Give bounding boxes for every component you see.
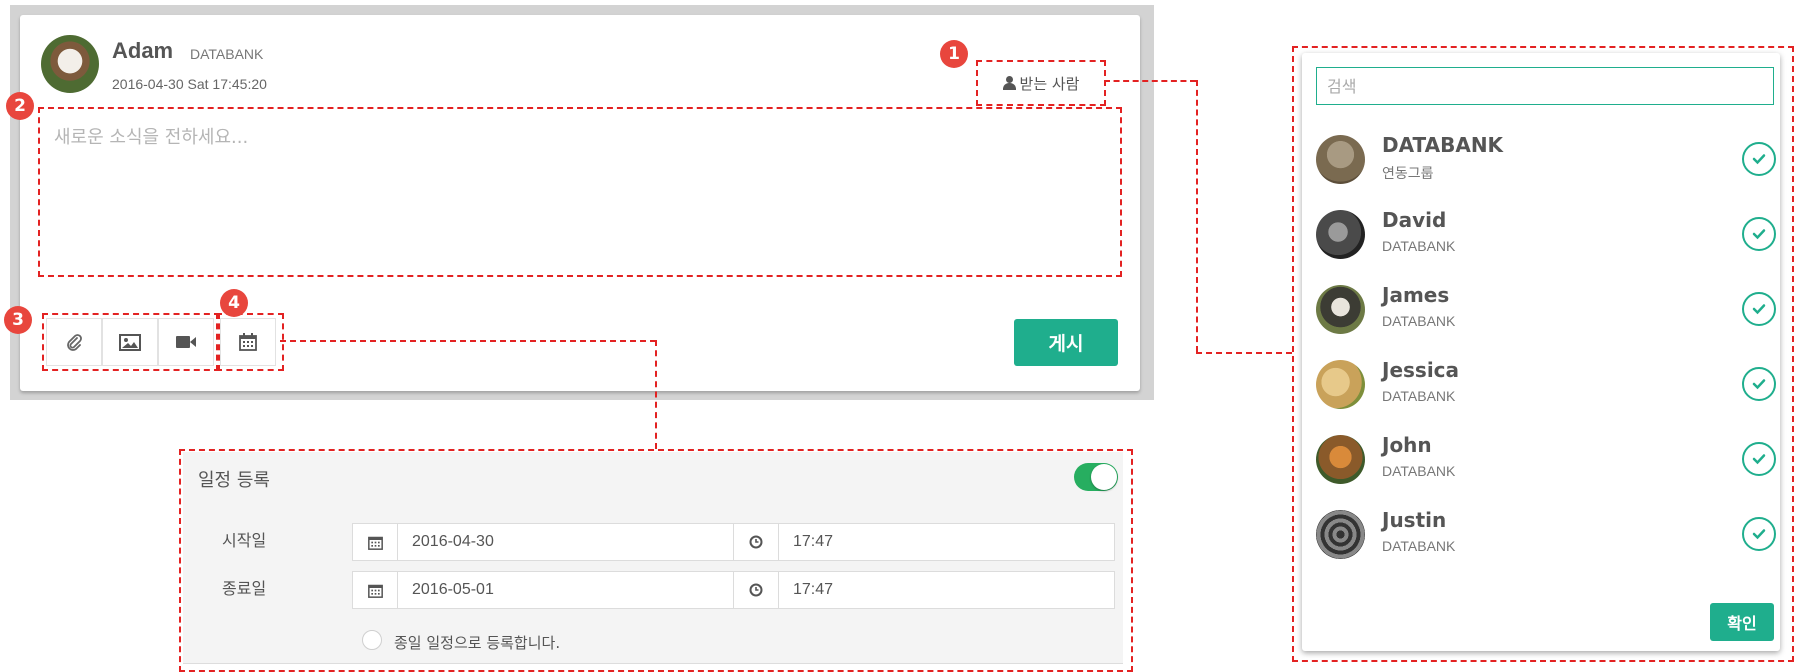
recipient-list: DATABANK 연동그룹 David DATABANK James DATAB…: [1302, 125, 1780, 585]
start-date-field[interactable]: 2016-04-30: [352, 523, 734, 561]
connector-line: [1196, 352, 1292, 354]
select-check-button[interactable]: [1742, 142, 1776, 176]
recipient-item[interactable]: Justin DATABANK: [1302, 500, 1780, 575]
recipient-item[interactable]: James DATABANK: [1302, 275, 1780, 350]
recipient-name: DATABANK: [1382, 133, 1504, 157]
recipient-name: Justin: [1382, 508, 1447, 532]
recipient-name: Jessica: [1382, 358, 1460, 382]
recipient-org: DATABANK: [1382, 463, 1456, 479]
select-check-button[interactable]: [1742, 217, 1776, 251]
post-text-input[interactable]: [40, 109, 1120, 275]
start-time-value: 17:47: [793, 533, 834, 550]
start-date-label: 시작일: [222, 531, 267, 550]
recipient-name: John: [1382, 433, 1432, 457]
confirm-button[interactable]: 확인: [1710, 603, 1774, 641]
connector-line: [280, 340, 656, 342]
end-date-label: 종료일: [222, 579, 267, 598]
group-avatar: [1316, 135, 1365, 184]
end-date-value: 2016-05-01: [412, 581, 494, 598]
add-schedule-button[interactable]: [220, 318, 276, 366]
author-org: DATABANK: [190, 46, 264, 62]
callout-2: 2: [6, 92, 34, 120]
recipient-org: DATABANK: [1382, 388, 1456, 404]
check-icon: [1752, 454, 1766, 465]
callout-4: 4: [220, 289, 248, 317]
end-time-value: 17:47: [793, 581, 834, 598]
user-avatar: [1316, 285, 1365, 334]
recipient-button-label: 받는 사람: [1019, 74, 1080, 93]
paperclip-icon: [67, 334, 82, 351]
user-icon: [1002, 76, 1016, 90]
user-avatar: [1316, 360, 1365, 409]
calendar-icon: [239, 333, 257, 351]
check-icon: [1752, 379, 1766, 390]
compose-area: [38, 107, 1122, 277]
user-avatar: [1316, 210, 1365, 259]
recipient-org: 연동그룹: [1382, 165, 1434, 181]
check-icon: [1752, 529, 1766, 540]
allday-label: 종일 일정으로 등록합니다.: [394, 634, 561, 652]
user-avatar: [1316, 510, 1365, 559]
recipient-search-input[interactable]: [1316, 67, 1774, 105]
recipient-item[interactable]: DATABANK 연동그룹: [1302, 125, 1780, 200]
start-time-field[interactable]: 17:47: [733, 523, 1115, 561]
check-icon: [1752, 304, 1766, 315]
calendar-icon: [367, 536, 383, 550]
select-check-button[interactable]: [1742, 517, 1776, 551]
post-button[interactable]: 게시: [1014, 319, 1118, 366]
schedule-toggle[interactable]: [1074, 463, 1118, 491]
start-date-value: 2016-04-30: [412, 533, 494, 550]
author-name: Adam: [112, 38, 174, 63]
recipient-button[interactable]: 받는 사람: [976, 60, 1106, 106]
author-avatar: [41, 35, 99, 93]
connector-line: [1196, 80, 1198, 352]
allday-radio[interactable]: [362, 630, 382, 650]
recipient-name: James: [1382, 283, 1450, 307]
attach-file-button[interactable]: [46, 318, 102, 366]
end-time-field[interactable]: 17:47: [733, 571, 1115, 609]
select-check-button[interactable]: [1742, 292, 1776, 326]
attach-image-button[interactable]: [102, 318, 158, 366]
calendar-icon: [367, 584, 383, 598]
connector-line: [1104, 80, 1196, 82]
recipient-org: DATABANK: [1382, 238, 1456, 254]
check-icon: [1752, 229, 1766, 240]
clock-icon: [749, 583, 763, 597]
recipient-item-partial[interactable]: [1302, 575, 1780, 585]
recipient-org: DATABANK: [1382, 313, 1456, 329]
recipient-item[interactable]: John DATABANK: [1302, 425, 1780, 500]
recipients-panel: DATABANK 연동그룹 David DATABANK James DATAB…: [1302, 53, 1780, 651]
select-check-button[interactable]: [1742, 442, 1776, 476]
recipient-item[interactable]: David DATABANK: [1302, 200, 1780, 275]
user-avatar: [1316, 435, 1365, 484]
schedule-title: 일정 등록: [198, 470, 270, 491]
callout-1: 1: [940, 40, 968, 68]
recipient-name: David: [1382, 208, 1447, 232]
image-icon: [119, 333, 141, 351]
video-camera-icon: [176, 336, 196, 348]
clock-icon: [749, 535, 763, 549]
recipient-item[interactable]: Jessica DATABANK: [1302, 350, 1780, 425]
connector-line: [655, 340, 657, 449]
select-check-button[interactable]: [1742, 367, 1776, 401]
post-timestamp: 2016-04-30 Sat 17:45:20: [112, 76, 267, 92]
check-icon: [1752, 154, 1766, 165]
recipient-org: DATABANK: [1382, 538, 1456, 554]
callout-3: 3: [4, 306, 32, 334]
attach-video-button[interactable]: [158, 318, 214, 366]
end-date-field[interactable]: 2016-05-01: [352, 571, 734, 609]
